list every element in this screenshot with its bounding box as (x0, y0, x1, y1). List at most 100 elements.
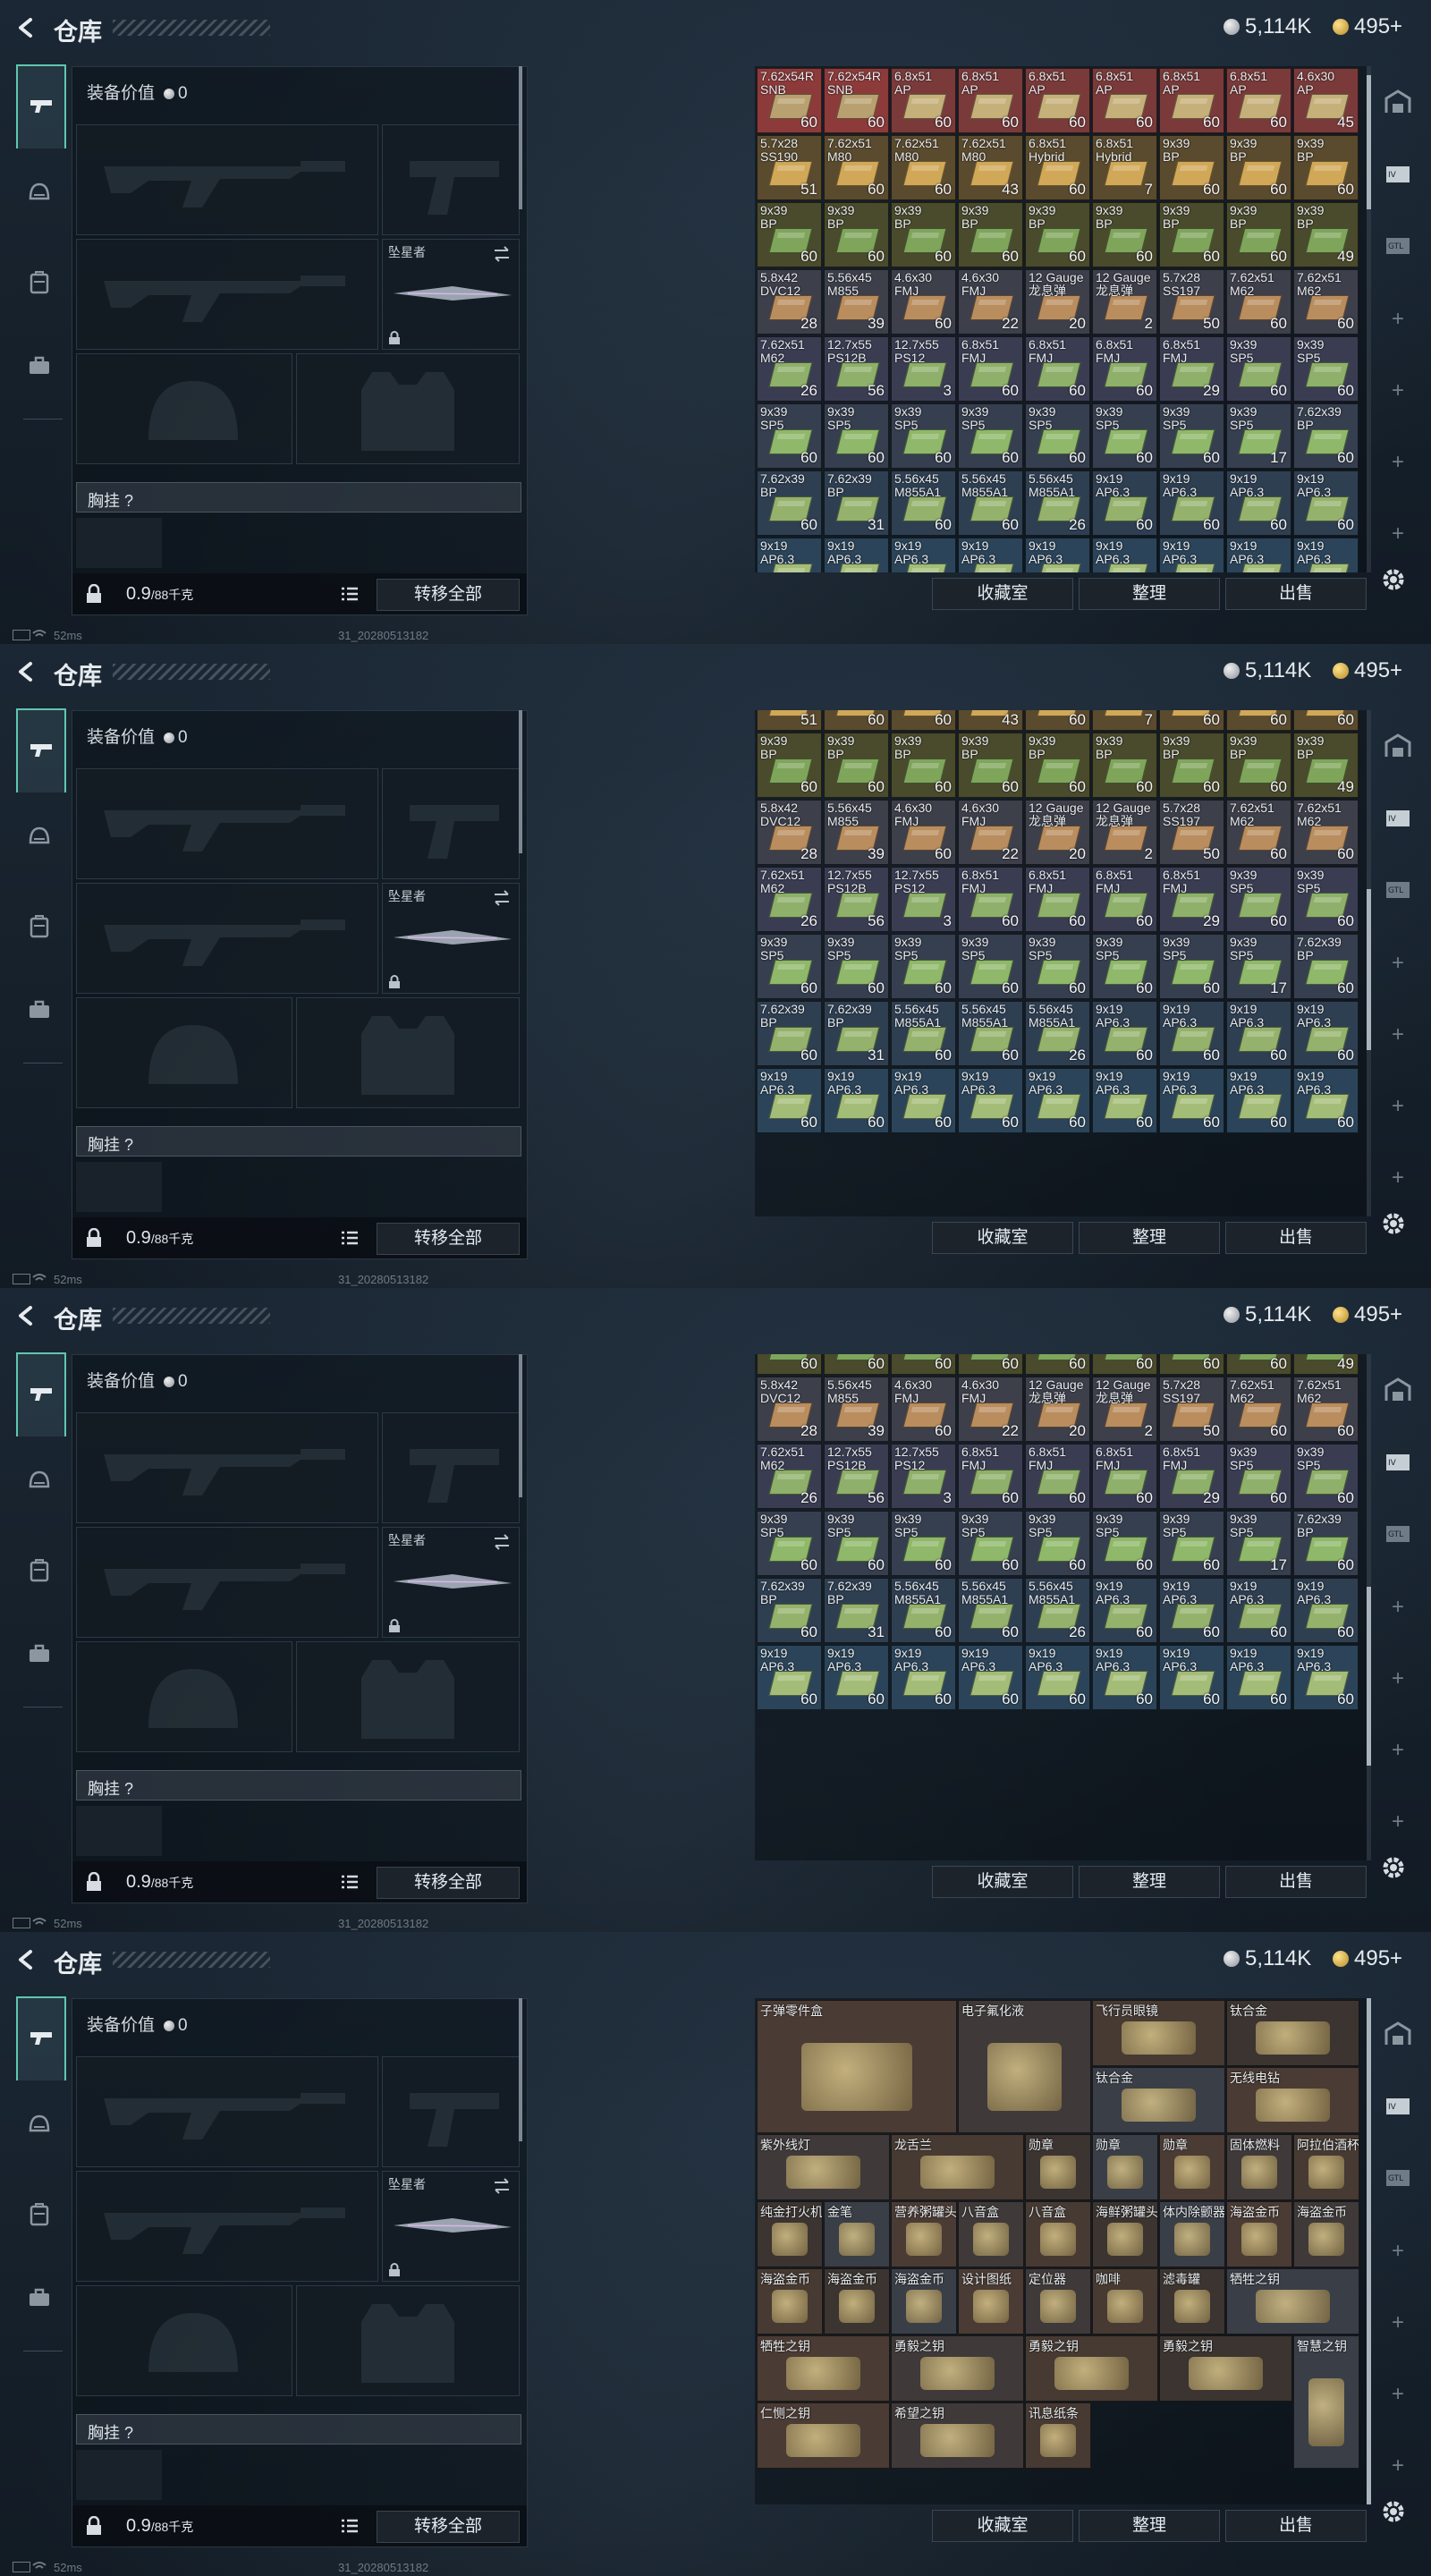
storage-tab-3[interactable]: GTL (1379, 871, 1417, 909)
ammo-item[interactable]: 9x39 BP60 (824, 202, 889, 267)
collection-room-button[interactable]: 收藏室 (932, 2510, 1073, 2542)
collectible-item[interactable]: 子弹零件盒 (757, 2000, 957, 2133)
ammo-item[interactable]: 6.8x51 FMJ 60 (1025, 1444, 1090, 1509)
ammo-item[interactable]: 12 Gauge 龙息弹 2 (1092, 800, 1157, 865)
collectible-item[interactable]: 飞行员眼镜 (1092, 2000, 1225, 2066)
ammo-item[interactable]: 9x39 BP 49 (1293, 733, 1359, 798)
ammo-item[interactable]: 6.8x51 AP 60 (958, 68, 1023, 133)
ammo-item[interactable]: 9x19 AP6.360 (824, 538, 889, 572)
ammo-item[interactable]: 9x19 AP6.360 (1092, 1068, 1157, 1133)
melee-slot[interactable]: 坠星者 (382, 2171, 520, 2282)
weapon-category-tab[interactable] (16, 1996, 66, 2080)
ammo-item[interactable]: 5.56x45 M855 39 (824, 800, 889, 865)
ammo-item[interactable]: 9x39 SP5 60 (1159, 403, 1224, 469)
ammo-item[interactable]: 9x39 SP5 60 (1159, 1511, 1224, 1576)
secondary-weapon-slot[interactable] (76, 2171, 378, 2282)
ammo-item[interactable]: 5.56x45 M855A1 60 (958, 1578, 1023, 1643)
add-storage-tab-button[interactable]: + (1388, 953, 1408, 974)
add-storage-tab-button[interactable]: + (1388, 523, 1408, 545)
ammo-item[interactable]: 5.56x45 M855 39 (824, 1377, 889, 1442)
ammo-item[interactable]: 9x39 BP60 (1025, 1354, 1090, 1375)
ammo-item[interactable]: 9x39 SP5 60 (757, 403, 822, 469)
ammo-item[interactable]: 4.6x30 FMJ 60 (891, 800, 956, 865)
ammo-item[interactable]: 9x39 BP60 (1226, 733, 1291, 798)
ammo-item[interactable]: 9x19 AP6.360 (757, 538, 822, 572)
storage-tab-3[interactable]: GTL (1379, 1515, 1417, 1553)
ammo-item[interactable]: 9x19 AP6.360 (1226, 1645, 1291, 1710)
helmet-slot[interactable] (76, 997, 292, 1108)
ammo-item[interactable]: 7.62x51 M62 60 (1226, 269, 1291, 335)
collectible-item[interactable]: 紫外线灯 (757, 2134, 890, 2200)
collectible-item[interactable]: 海盗金币 (824, 2268, 890, 2334)
collectible-item[interactable]: 勇毅之钥 (1159, 2335, 1292, 2402)
ammo-item[interactable]: 9x39 BP60 (1226, 710, 1291, 731)
ammo-item[interactable]: 5.56x45 M855A1 60 (958, 470, 1023, 536)
ammo-item[interactable]: 9x39 BP60 (824, 733, 889, 798)
add-storage-tab-button[interactable]: + (1388, 1597, 1408, 1618)
collectible-item[interactable]: 体内除颤器 (1159, 2201, 1225, 2267)
chest-rig-header[interactable]: 胸挂 ? (76, 1770, 521, 1801)
ammo-item[interactable]: 9x39 SP5 60 (824, 934, 889, 999)
ammo-item[interactable]: 12.7x55 PS12 3 (891, 867, 956, 932)
ammo-item[interactable]: 9x19 AP6.360 (891, 1068, 956, 1133)
ammo-item[interactable]: 5.7x28 SS197 50 (1159, 800, 1224, 865)
ammo-item[interactable]: 4.6x30 AP 45 (1293, 68, 1359, 133)
collectible-item[interactable]: 电子氟化液 (958, 2000, 1091, 2133)
ammo-item[interactable]: 12.7x55 PS12 3 (891, 1444, 956, 1509)
add-storage-tab-button[interactable]: + (1388, 309, 1408, 330)
ammo-item[interactable]: 9x19 AP6.360 (958, 538, 1023, 572)
secondary-weapon-slot[interactable] (76, 1527, 378, 1638)
back-arrow-icon[interactable] (13, 14, 39, 41)
ammo-item[interactable]: 7.62x39 BP 60 (757, 470, 822, 536)
storage-scrollbar[interactable] (1367, 66, 1371, 572)
ammo-item[interactable]: 9x19 AP6.360 (1092, 470, 1157, 536)
add-storage-tab-button[interactable]: + (1388, 2312, 1408, 2334)
ammo-item[interactable]: 5.7x28 SS197 50 (1159, 269, 1224, 335)
ammo-item[interactable]: 7.62x51 M62 60 (1293, 269, 1359, 335)
transfer-all-button[interactable]: 转移全部 (377, 579, 520, 611)
ammo-item[interactable]: 9x19 AP6.360 (958, 1645, 1023, 1710)
collectible-item[interactable]: 勋章 (1025, 2134, 1091, 2200)
pistol-slot[interactable] (382, 1412, 520, 1523)
equipment-scrollbar[interactable] (519, 1354, 522, 1497)
collection-room-button[interactable]: 收藏室 (932, 1866, 1073, 1898)
ammo-item[interactable]: 9x39 SP5 60 (958, 403, 1023, 469)
add-storage-tab-button[interactable]: + (1388, 2241, 1408, 2262)
secondary-weapon-slot[interactable] (76, 883, 378, 994)
backpack-category-tab[interactable] (20, 2195, 59, 2234)
ammo-item[interactable]: 12 Gauge 龙息弹 20 (1025, 1377, 1090, 1442)
storage-tab-2[interactable]: IV (1379, 156, 1417, 193)
ammo-item[interactable]: 4.6x30 FMJ 22 (958, 269, 1023, 335)
ammo-item[interactable]: 9x19 AP6.360 (1293, 1001, 1359, 1066)
ammo-item[interactable]: 6.8x51 FMJ 60 (1092, 336, 1157, 402)
gold-balance[interactable]: 495+ (1333, 658, 1402, 683)
ammo-item[interactable]: 9x39 BP60 (958, 202, 1023, 267)
collectible-item[interactable]: 仁恻之钥 (757, 2402, 890, 2469)
storage-scrollbar-thumb[interactable] (1367, 1587, 1371, 1766)
collectible-item[interactable]: 滤毒罐 (1159, 2268, 1225, 2334)
ammo-item[interactable]: 9x19 AP6.360 (1226, 1068, 1291, 1133)
ammo-item[interactable]: 5.7x28 SS19051 (757, 710, 822, 731)
ammo-item[interactable]: 9x19 AP6.360 (824, 1068, 889, 1133)
add-storage-tab-button[interactable]: + (1388, 2455, 1408, 2477)
ammo-item[interactable]: 9x39 BP60 (757, 1354, 822, 1375)
chest-rig-slot[interactable] (76, 1806, 162, 1856)
ammo-item[interactable]: 6.8x51 FMJ 60 (958, 867, 1023, 932)
collectible-item[interactable]: 海盗金币 (757, 2268, 823, 2334)
collectible-item[interactable]: 营养粥罐头 (891, 2201, 957, 2267)
ammo-item[interactable]: 9x19 AP6.360 (1092, 1645, 1157, 1710)
ammo-item[interactable]: 9x19 AP6.360 (1025, 538, 1090, 572)
ammo-item[interactable]: 9x39 SP5 60 (824, 1511, 889, 1576)
ammo-item[interactable]: 9x39 SP5 60 (891, 934, 956, 999)
settings-icon[interactable] (1377, 1852, 1410, 1884)
ammo-item[interactable]: 12.7x55 PS12B 56 (824, 1444, 889, 1509)
ammo-item[interactable]: 6.8x51 AP 60 (1159, 68, 1224, 133)
ammo-item[interactable]: 9x39 BP60 (1025, 733, 1090, 798)
add-storage-tab-button[interactable]: + (1388, 452, 1408, 473)
ammo-item[interactable]: 9x39 BP60 (891, 202, 956, 267)
ammo-item[interactable]: 9x19 AP6.360 (1092, 1001, 1157, 1066)
ammo-item[interactable]: 7.62x54R SNB 60 (824, 68, 889, 133)
ammo-item[interactable]: 6.8x51 Hybrid7 (1092, 710, 1157, 731)
add-storage-tab-button[interactable]: + (1388, 380, 1408, 402)
ammo-item[interactable]: 7.62x39 BP 60 (1293, 934, 1359, 999)
